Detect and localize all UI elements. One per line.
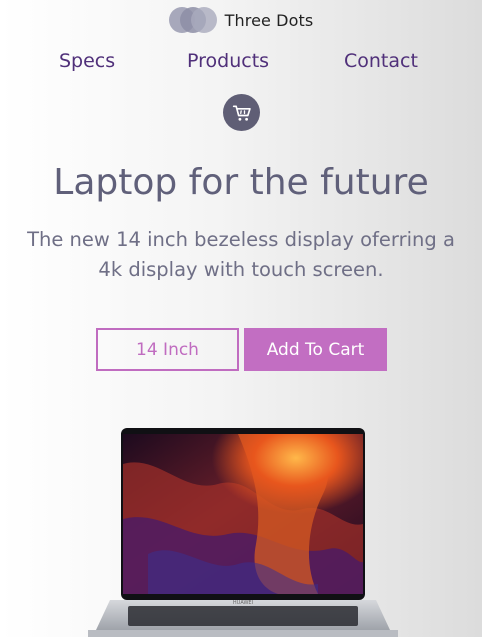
nav-item-specs[interactable]: Specs xyxy=(59,50,115,72)
three-circles-logo-icon xyxy=(168,7,217,33)
brand-name: Three Dots xyxy=(224,10,314,30)
hero-title: Laptop for the future xyxy=(53,162,429,203)
shopping-cart-icon xyxy=(232,105,251,121)
brand[interactable]: Three Dots xyxy=(0,7,482,33)
nav-item-contact[interactable]: Contact xyxy=(344,50,418,72)
cart-button[interactable] xyxy=(223,94,260,131)
device-brand-label: HUAWEI xyxy=(233,600,253,606)
main-nav: Specs Products Contact xyxy=(0,50,482,76)
laptop-product-image: HUAWEI xyxy=(88,428,398,637)
hero-subtitle: The new 14 inch bezeless display oferrin… xyxy=(27,228,455,281)
add-to-cart-button[interactable]: Add To Cart xyxy=(244,328,387,371)
nav-item-products[interactable]: Products xyxy=(187,50,269,72)
size-option-button[interactable]: 14 Inch xyxy=(96,328,239,371)
